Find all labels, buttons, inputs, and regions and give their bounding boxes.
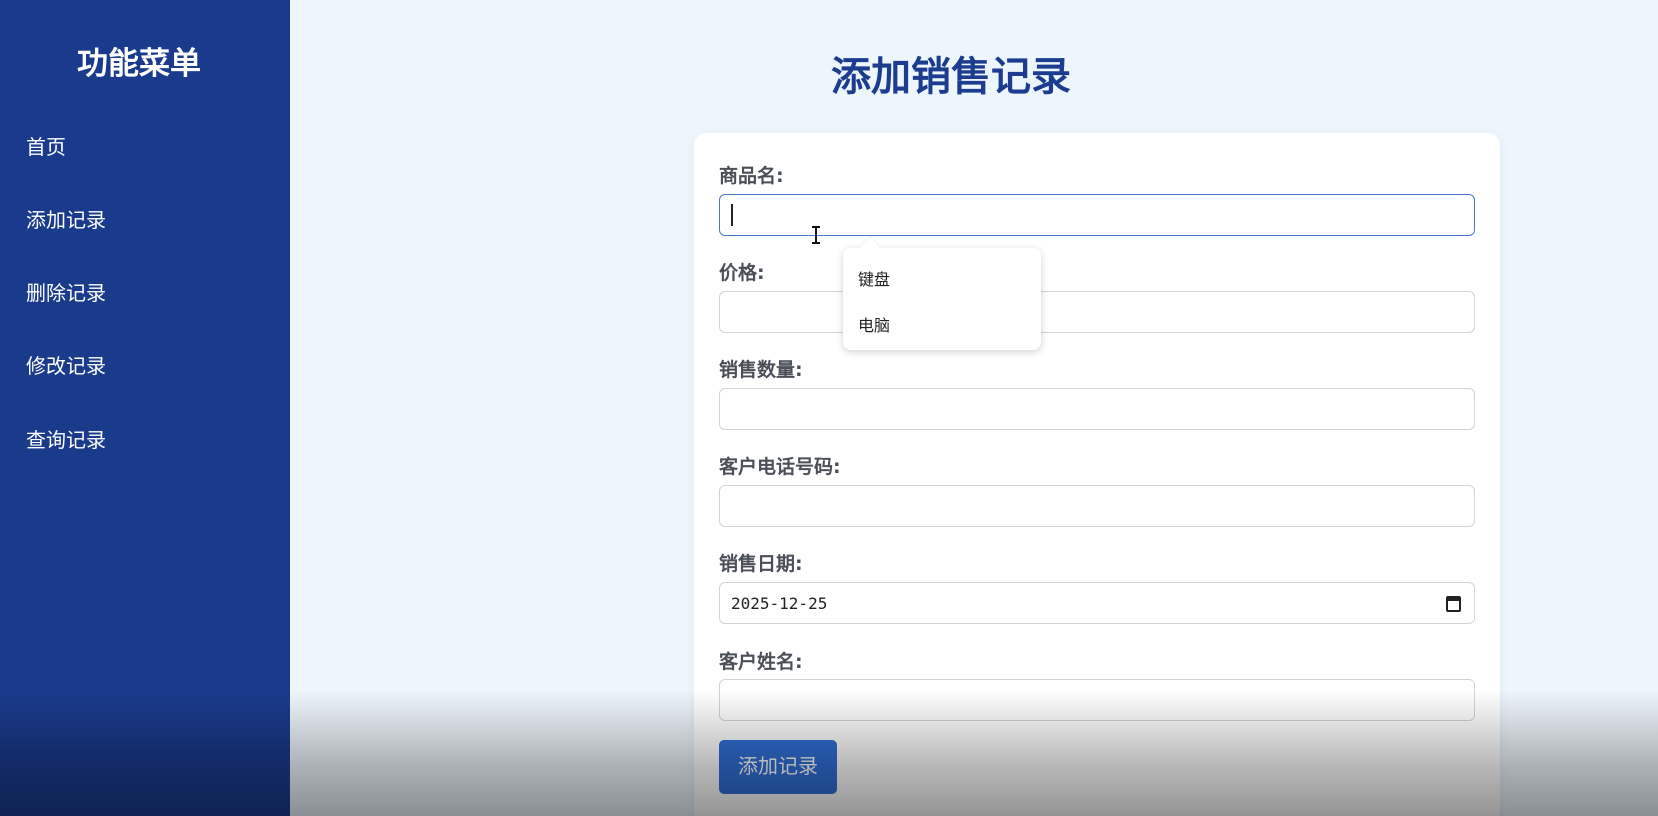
sale-date-value: 2025-12-25 — [731, 593, 828, 613]
suggestion-item-computer[interactable]: 电脑 — [858, 312, 890, 336]
add-record-button[interactable]: 添加记录 — [719, 740, 837, 794]
app-window: 功能菜单 首页 添加记录 删除记录 修改记录 查询记录 添加销售记录 商品名: … — [0, 0, 1658, 816]
suggestion-item-keyboard[interactable]: 键盘 — [858, 266, 890, 290]
sale-date-label: 销售日期: — [719, 553, 803, 575]
sale-date-input[interactable]: 2025-12-25 — [719, 582, 1475, 624]
product-name-label: 商品名: — [719, 165, 784, 187]
price-label: 价格: — [719, 262, 765, 284]
price-input[interactable] — [719, 291, 1475, 333]
calendar-icon[interactable] — [1446, 596, 1461, 612]
customer-name-input[interactable] — [719, 679, 1475, 721]
text-cursor-icon — [811, 226, 821, 244]
sidebar-item-add-record[interactable]: 添加记录 — [26, 204, 106, 233]
sidebar: 功能菜单 首页 添加记录 删除记录 修改记录 查询记录 — [0, 0, 290, 816]
sidebar-item-home[interactable]: 首页 — [26, 131, 66, 160]
text-caret — [731, 204, 733, 226]
sidebar-item-query-record[interactable]: 查询记录 — [26, 424, 106, 453]
main-content: 添加销售记录 商品名: 价格: 销售数量: 客户电话号码: 销售日期: 2025… — [290, 0, 1658, 816]
product-name-input[interactable] — [719, 194, 1475, 236]
autocomplete-dropdown: 键盘 电脑 — [843, 248, 1041, 350]
customer-name-label: 客户姓名: — [719, 651, 803, 673]
quantity-input[interactable] — [719, 388, 1475, 430]
quantity-label: 销售数量: — [719, 359, 803, 381]
sidebar-item-delete-record[interactable]: 删除记录 — [26, 277, 106, 306]
sidebar-item-edit-record[interactable]: 修改记录 — [26, 350, 106, 379]
phone-label: 客户电话号码: — [719, 456, 841, 478]
phone-input[interactable] — [719, 485, 1475, 527]
page-title: 添加销售记录 — [831, 54, 1071, 100]
